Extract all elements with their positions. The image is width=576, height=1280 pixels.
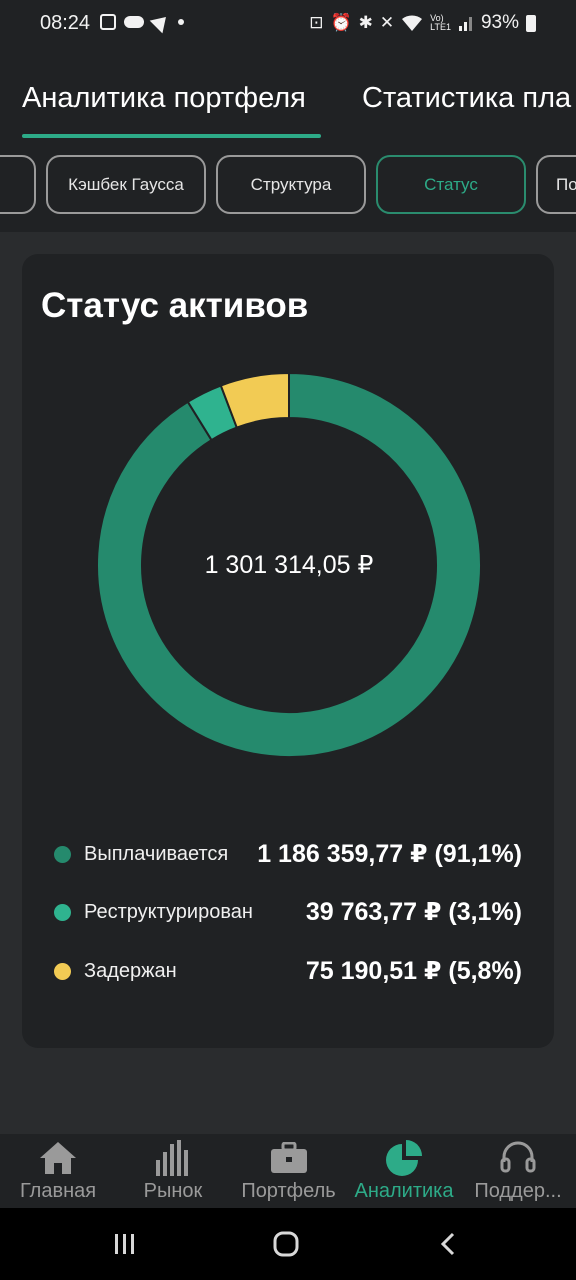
nav-portfolio[interactable]: Портфель (236, 1134, 341, 1208)
nav-label: Поддер... (474, 1180, 562, 1202)
chip-prev[interactable] (0, 155, 36, 214)
nav-support[interactable]: Поддер... (468, 1134, 568, 1208)
alarm-icon: ⏰ (330, 13, 352, 32)
legend-value: 39 763,77 ₽ (3,1%) (305, 898, 522, 926)
notification-icons (100, 10, 184, 34)
headset-icon (498, 1138, 538, 1178)
wifi-icon (402, 15, 423, 31)
nav-home[interactable]: Главная (8, 1134, 108, 1208)
chip-status[interactable]: Статус (376, 155, 526, 214)
asset-status-card: Статус активов 1 301 314,05 ₽ Выплачивае… (22, 254, 554, 1048)
legend-item-restructured: Реструктурирован 39 763,77 ₽ (3,1%) (54, 896, 522, 928)
legend-dot (54, 845, 71, 863)
bottom-navigation: Главная Рынок Портфель Аналитика Поддер.… (0, 1134, 576, 1208)
system-status-icons: ⊡ ⏰ ✱ ✕ Vo) LTE1 93% (309, 12, 536, 34)
nav-market[interactable]: Рынок (123, 1134, 223, 1208)
legend-value: 75 190,51 ₽ (5,8%) (305, 957, 522, 985)
back-icon[interactable] (428, 1224, 468, 1264)
nav-label: Главная (19, 1180, 97, 1202)
tab-portfolio-analytics[interactable]: Аналитика портфеля (22, 82, 306, 115)
card-title: Статус активов (41, 286, 309, 325)
telegram-icon (149, 10, 173, 34)
dot-icon (178, 19, 184, 25)
mute-icon: ✕ (379, 13, 395, 32)
cloud-icon (124, 16, 144, 28)
battery-icon (526, 14, 536, 32)
legend-label: Выплачивается (84, 842, 229, 865)
legend-item-paying: Выплачивается 1 186 359,77 ₽ (91,1%) (54, 838, 522, 870)
signal-icon (458, 17, 472, 31)
chip-gauss-cashback[interactable]: Кэшбек Гаусса (46, 155, 206, 214)
bluetooth-icon: ✱ (358, 13, 373, 32)
filter-chips: Кэшбек Гаусса Структура Статус По (0, 138, 576, 232)
legend-dot (54, 903, 71, 921)
legend-value: 1 186 359,77 ₽ (91,1%) (257, 840, 522, 868)
volte-icon: Vo) LTE1 (430, 13, 451, 32)
legend-item-delayed: Задержан 75 190,51 ₽ (5,8%) (54, 955, 522, 987)
legend-dot (54, 962, 71, 980)
nav-label: Аналитика (354, 1180, 454, 1202)
status-bar: 08:24 ⊡ ⏰ ✱ ✕ Vo) LTE1 93% (0, 0, 576, 48)
nav-label: Портфель (241, 1180, 336, 1202)
lock-icon: ⊡ (309, 13, 324, 32)
bar-chart-icon (153, 1138, 193, 1178)
briefcase-icon (269, 1138, 309, 1178)
donut-total: 1 301 314,05 ₽ (204, 551, 374, 579)
system-navigation-bar (0, 1208, 576, 1280)
battery-percent: 93% (480, 12, 519, 33)
legend-label: Реструктурирован (84, 900, 253, 923)
pie-chart-icon (384, 1138, 424, 1178)
status-time: 08:24 (40, 12, 91, 34)
home-icon (38, 1138, 78, 1178)
nav-analytics[interactable]: Аналитика (349, 1134, 459, 1208)
recents-icon[interactable] (105, 1224, 145, 1264)
home-circle-icon[interactable] (266, 1224, 306, 1264)
image-icon (100, 14, 116, 30)
donut-chart: 1 301 314,05 ₽ (96, 371, 482, 758)
chip-next[interactable]: По (536, 155, 576, 214)
nav-label: Рынок (143, 1180, 203, 1202)
legend-label: Задержан (84, 959, 177, 982)
chip-structure[interactable]: Структура (216, 155, 366, 214)
tab-payment-statistics[interactable]: Статистика пла (362, 82, 571, 115)
top-tabs: Аналитика портфеля Статистика пла (0, 48, 576, 138)
